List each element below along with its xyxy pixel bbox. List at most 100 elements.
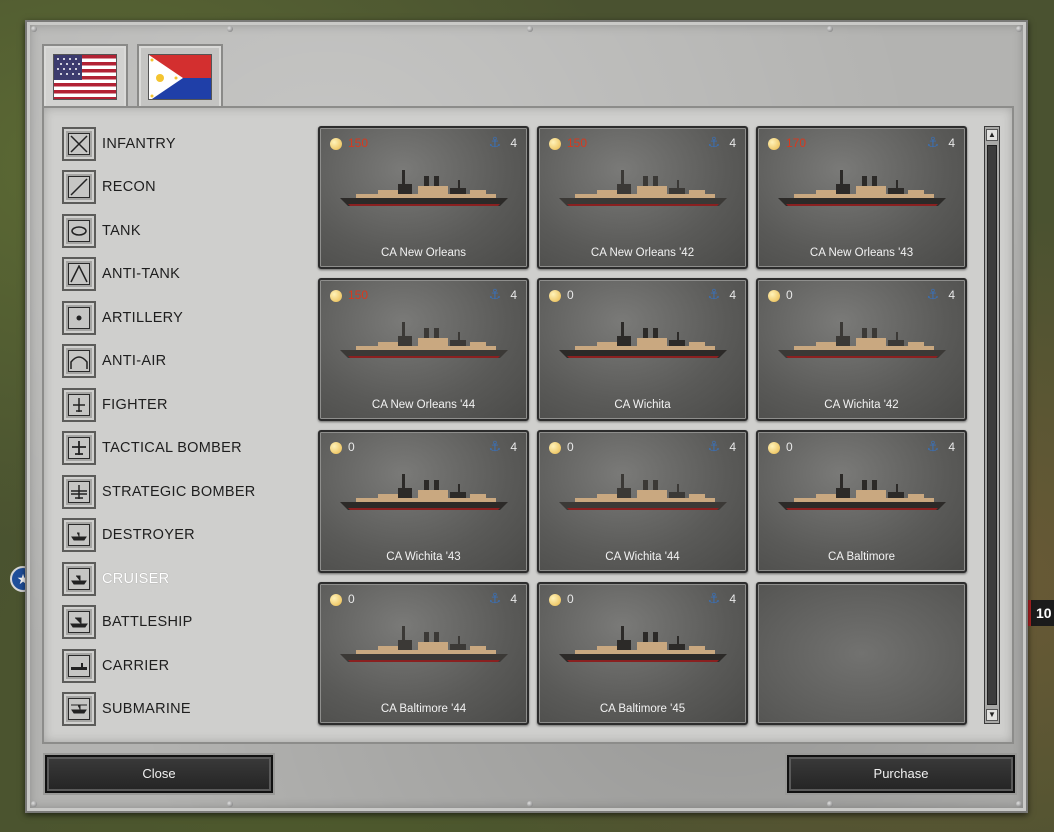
coin-icon (768, 290, 780, 302)
artillery-icon (62, 300, 96, 335)
category-label: RECON (102, 179, 156, 196)
category-artillery[interactable]: ARTILLERY (62, 296, 302, 340)
unit-card[interactable]: 0 ⚓ 4 CA Wichita '44 (537, 430, 748, 573)
unit-card[interactable]: 170 ⚓ 4 CA New Orleans '43 (756, 126, 967, 269)
unit-name: CA Wichita (614, 399, 671, 411)
coin-icon (549, 138, 561, 150)
scroll-thumb[interactable] (987, 145, 997, 705)
scroll-up-icon[interactable]: ▲ (986, 129, 998, 141)
category-submarine[interactable]: SUBMARINE (62, 688, 302, 732)
category-label: STRATEGIC BOMBER (102, 483, 256, 500)
category-list: INFANTRY RECON TANK ANTI-TANK ARTILLERY ANTI-… (62, 122, 302, 731)
destroyer-icon (62, 518, 96, 553)
category-label: CRUISER (102, 570, 170, 587)
unit-count: 4 (729, 592, 736, 606)
purchase-dialog: INFANTRY RECON TANK ANTI-TANK ARTILLERY ANTI-… (25, 20, 1028, 813)
tab-philippines[interactable] (137, 44, 223, 110)
carrier-icon (62, 648, 96, 683)
category-anti-air[interactable]: ANTI-AIR (62, 340, 302, 384)
unit-name: CA Baltimore '44 (380, 703, 467, 715)
category-battleship[interactable]: BATTLESHIP (62, 601, 302, 645)
category-label: ANTI-TANK (102, 266, 181, 283)
anchor-icon: ⚓ (707, 590, 720, 606)
unit-count: 4 (510, 440, 517, 454)
unit-cost: 150 (348, 288, 369, 302)
unit-cost: 0 (348, 440, 355, 454)
anchor-icon: ⚓ (488, 134, 501, 150)
anchor-icon: ⚓ (488, 286, 501, 302)
category-infantry[interactable]: INFANTRY (62, 122, 302, 166)
content-panel: INFANTRY RECON TANK ANTI-TANK ARTILLERY ANTI-… (42, 106, 1014, 744)
category-carrier[interactable]: CARRIER (62, 644, 302, 688)
anchor-icon: ⚓ (488, 590, 501, 606)
unit-cost: 0 (786, 440, 793, 454)
unit-cost: 0 (348, 592, 355, 606)
unit-count: 4 (510, 136, 517, 150)
unit-cost: 150 (567, 136, 588, 150)
coin-icon (549, 442, 561, 454)
category-fighter[interactable]: FIGHTER (62, 383, 302, 427)
unit-scrollbar[interactable]: ▲ ▼ (984, 126, 1000, 724)
unit-count: 4 (948, 288, 955, 302)
unit-name: CA New Orleans (380, 247, 466, 259)
category-label: FIGHTER (102, 396, 168, 413)
unit-card[interactable]: 0 ⚓ 4 CA Wichita '42 (756, 278, 967, 421)
coin-icon (549, 594, 561, 606)
category-tank[interactable]: TANK (62, 209, 302, 253)
strategic-bomber-icon (62, 474, 96, 509)
recon-icon (62, 170, 96, 205)
anchor-icon: ⚓ (707, 134, 720, 150)
anti-tank-icon (62, 257, 96, 292)
anti-air-icon (62, 344, 96, 379)
category-label: TACTICAL BOMBER (102, 440, 242, 457)
scroll-down-icon[interactable]: ▼ (986, 709, 998, 721)
unit-card[interactable]: 0 ⚓ 4 CA Baltimore '45 (537, 582, 748, 725)
unit-count: 4 (510, 592, 517, 606)
unit-name: CA Wichita '44 (605, 551, 680, 563)
tank-icon (62, 213, 96, 248)
close-button[interactable]: Close (45, 755, 273, 793)
unit-cost: 0 (567, 440, 574, 454)
unit-count: 4 (729, 136, 736, 150)
tactical-bomber-icon (62, 431, 96, 466)
unit-cost: 170 (786, 136, 807, 150)
unit-name: CA New Orleans '43 (809, 247, 914, 259)
category-recon[interactable]: RECON (62, 166, 302, 210)
category-tactical-bomber[interactable]: TACTICAL BOMBER (62, 427, 302, 471)
purchase-button[interactable]: Purchase (787, 755, 1015, 793)
category-label: BATTLESHIP (102, 614, 193, 631)
unit-card[interactable]: 150 ⚓ 4 CA New Orleans '44 (318, 278, 529, 421)
category-cruiser[interactable]: CRUISER (62, 557, 302, 601)
category-label: CARRIER (102, 657, 170, 674)
category-destroyer[interactable]: DESTROYER (62, 514, 302, 558)
cruiser-icon (62, 561, 96, 596)
unit-card[interactable]: 0 ⚓ 4 CA Wichita (537, 278, 748, 421)
unit-name: CA Wichita '43 (386, 551, 461, 563)
unit-count: 4 (510, 288, 517, 302)
unit-cost: 0 (567, 288, 574, 302)
unit-card[interactable]: 150 ⚓ 4 CA New Orleans '42 (537, 126, 748, 269)
unit-name: CA Baltimore '45 (599, 703, 686, 715)
coin-icon (768, 442, 780, 454)
coin-icon (549, 290, 561, 302)
unit-card[interactable]: 0 ⚓ 4 CA Wichita '43 (318, 430, 529, 573)
usa-flag-icon (53, 54, 117, 100)
unit-name: CA New Orleans '44 (371, 399, 476, 411)
coin-icon (330, 290, 342, 302)
unit-count: 4 (729, 288, 736, 302)
unit-card[interactable]: 0 ⚓ 4 CA Baltimore (756, 430, 967, 573)
coin-icon (768, 138, 780, 150)
coin-icon (330, 442, 342, 454)
category-strategic-bomber[interactable]: STRATEGIC BOMBER (62, 470, 302, 514)
infantry-icon (62, 126, 96, 161)
unit-card[interactable]: 0 ⚓ 4 CA Baltimore '44 (318, 582, 529, 725)
unit-count: 4 (948, 136, 955, 150)
category-label: SUBMARINE (102, 701, 191, 718)
category-anti-tank[interactable]: ANTI-TANK (62, 253, 302, 297)
unit-card[interactable]: 150 ⚓ 4 CA New Orleans (318, 126, 529, 269)
category-label: ANTI-AIR (102, 353, 167, 370)
anchor-icon: ⚓ (926, 286, 939, 302)
philippines-flag-icon (148, 54, 212, 100)
coin-icon (330, 138, 342, 150)
unit-name: CA Wichita '42 (824, 399, 899, 411)
